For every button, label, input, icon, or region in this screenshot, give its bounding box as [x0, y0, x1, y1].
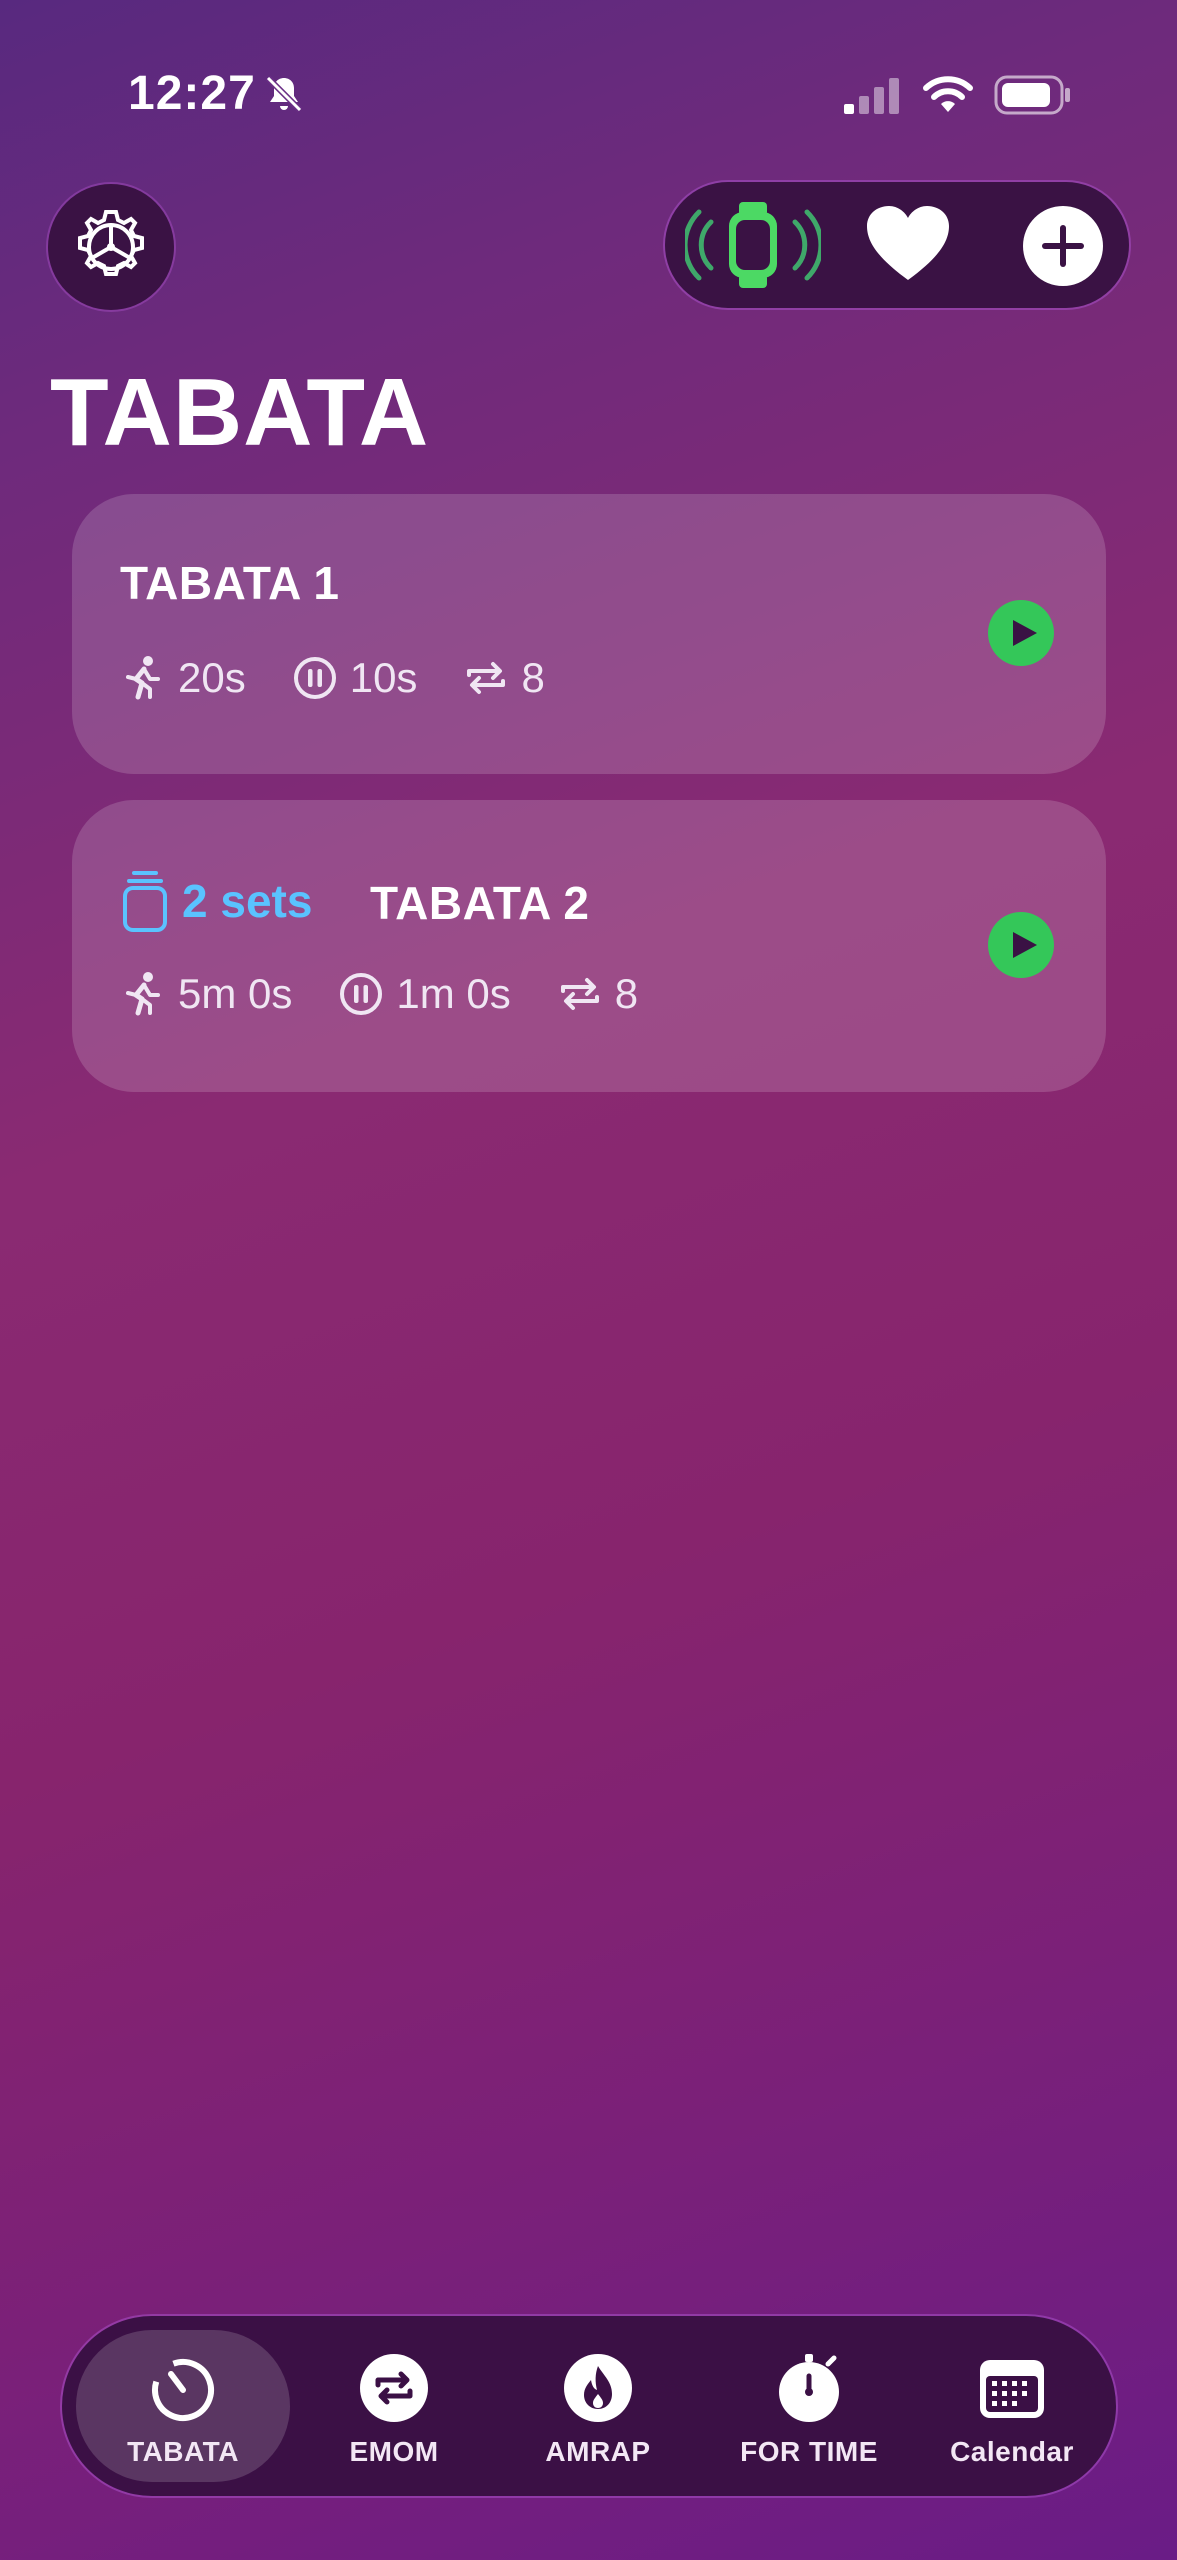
- rest-duration: 10s: [292, 654, 418, 702]
- runner-icon: [126, 656, 160, 700]
- rounds-value: 8: [614, 970, 639, 1017]
- tab-label: TABATA: [127, 2436, 239, 2467]
- workout-title: TABATA 1: [120, 557, 340, 609]
- sets-value: 2 sets: [182, 875, 313, 927]
- pause-circle-icon: [293, 657, 336, 699]
- signal-icon: [844, 78, 899, 114]
- tab-for-time[interactable]: FOR TIME: [702, 2330, 916, 2482]
- battery-icon: [994, 75, 1070, 115]
- calendar-icon: [980, 2360, 1044, 2418]
- workout-stats: 20s 10s 8: [120, 654, 591, 702]
- tab-label: AMRAP: [545, 2436, 651, 2467]
- work-duration: 5m 0s: [120, 970, 292, 1018]
- play-button[interactable]: [988, 600, 1054, 666]
- rest-duration: 1m 0s: [338, 970, 511, 1018]
- status-time: 12:27: [128, 67, 256, 120]
- bell-slash-icon: [265, 75, 303, 113]
- tab-label: FOR TIME: [740, 2436, 878, 2467]
- work-value: 20s: [178, 654, 246, 701]
- tab-tabata[interactable]: TABATA: [76, 2330, 290, 2482]
- rounds-value: 8: [521, 654, 545, 701]
- header-actions: [665, 182, 1129, 308]
- play-button[interactable]: [988, 912, 1054, 978]
- pause-circle-icon: [340, 973, 383, 1015]
- rounds-count: 8: [557, 970, 638, 1018]
- workout-title: TABATA 2: [370, 877, 590, 929]
- rest-value: 1m 0s: [396, 970, 511, 1017]
- repeat-icon: [560, 978, 599, 1010]
- workout-stats: 5m 0s 1m 0s 8: [120, 970, 684, 1018]
- workout-card[interactable]: TABATA 1 20s 10s 8: [72, 494, 1106, 774]
- plus-icon: [1042, 225, 1084, 267]
- rounds-count: 8: [463, 654, 545, 702]
- settings-button[interactable]: [48, 184, 174, 310]
- stack-icon: [123, 871, 167, 932]
- page-title: TABATA: [50, 359, 430, 466]
- runner-icon: [126, 972, 160, 1016]
- apple-watch-icon[interactable]: [685, 200, 821, 290]
- workout-card[interactable]: 2 sets TABATA 2 5m 0s 1m 0s 8: [72, 800, 1106, 1092]
- tab-label: Calendar: [950, 2436, 1074, 2467]
- work-value: 5m 0s: [178, 970, 293, 1017]
- stopwatch-icon: [779, 2354, 839, 2422]
- wifi-icon: [923, 76, 973, 112]
- status-bar: 12:27: [0, 0, 1177, 190]
- sets-badge: 2 sets: [122, 870, 312, 932]
- tab-emom[interactable]: EMOM: [300, 2330, 488, 2482]
- timer-dial-icon: [152, 2359, 214, 2421]
- play-icon: [1012, 620, 1037, 646]
- heart-icon[interactable]: [865, 204, 951, 284]
- repeat-icon: [467, 662, 506, 694]
- repeat-icon: [360, 2354, 428, 2422]
- play-icon: [1012, 932, 1037, 958]
- tab-bar: TABATA EMOM AMRAP FOR TIME Calendar: [62, 2316, 1116, 2496]
- work-duration: 20s: [120, 654, 246, 702]
- tab-label: EMOM: [349, 2436, 439, 2467]
- tab-amrap[interactable]: AMRAP: [500, 2330, 696, 2482]
- flame-icon: [564, 2354, 632, 2422]
- gear-icon: [78, 210, 144, 276]
- rest-value: 10s: [349, 654, 418, 701]
- add-workout-button[interactable]: [1023, 206, 1103, 286]
- tab-calendar[interactable]: Calendar: [920, 2330, 1104, 2482]
